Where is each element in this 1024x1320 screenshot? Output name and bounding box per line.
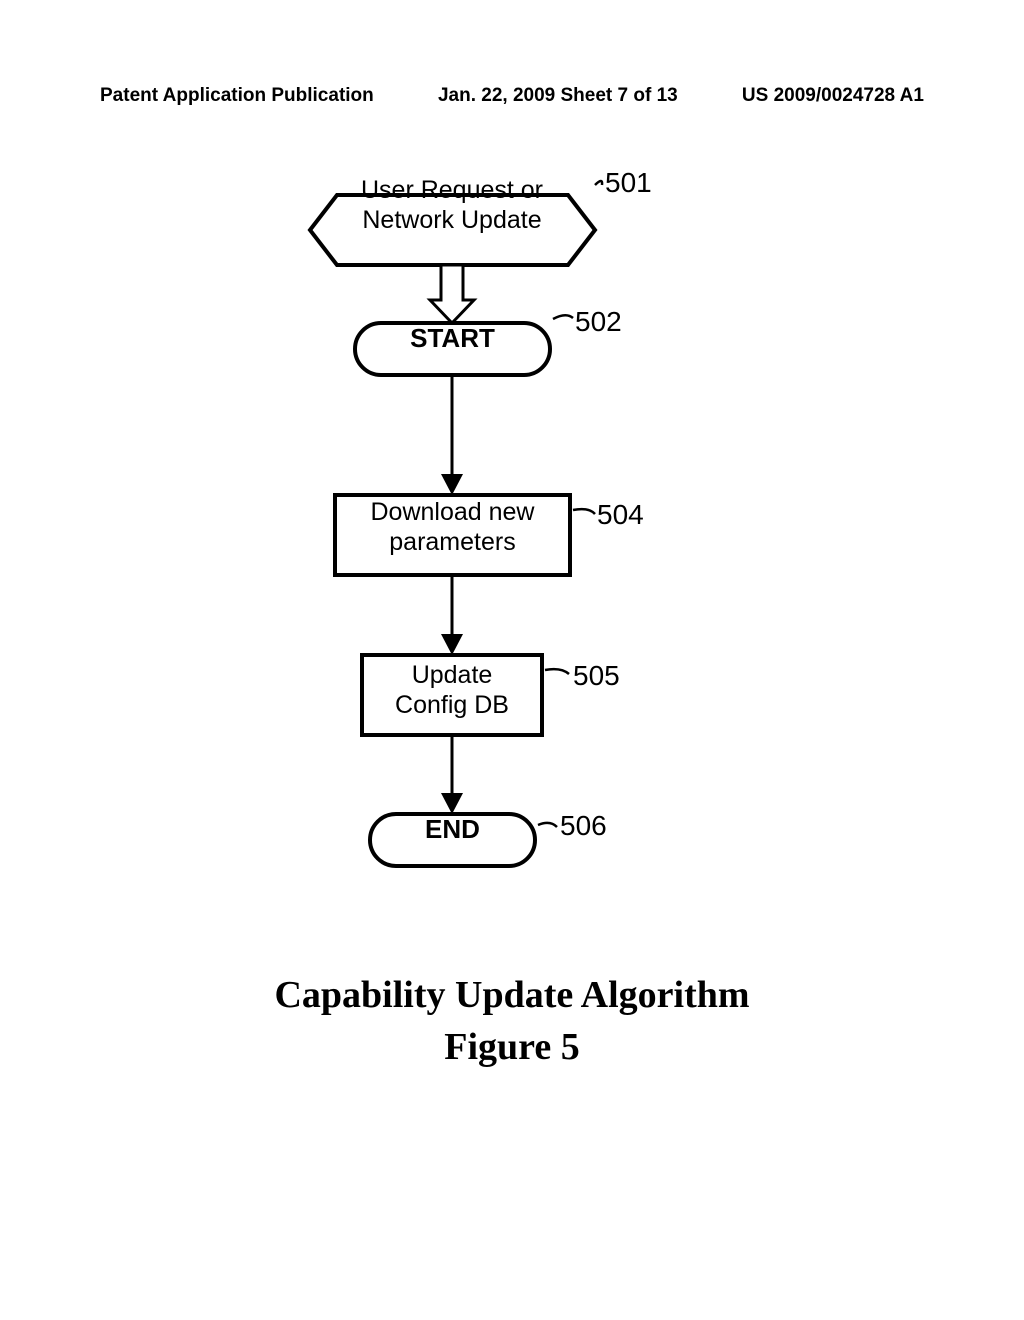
download-line2: parameters	[389, 528, 515, 556]
label-501: 501	[605, 167, 652, 199]
figure-title: Capability Update Algorithm	[0, 973, 1024, 1017]
end-node-text: END	[370, 814, 535, 845]
update-line1: Update	[412, 661, 493, 689]
header-center: Jan. 22, 2009 Sheet 7 of 13	[438, 85, 678, 107]
header-right: US 2009/0024728 A1	[742, 85, 924, 107]
download-line1: Download new	[371, 498, 535, 526]
label-502: 502	[575, 306, 622, 338]
page-header: Patent Application Publication Jan. 22, …	[0, 85, 1024, 107]
hexagon-line1: User Request or	[361, 176, 543, 204]
start-node-text: START	[355, 323, 550, 354]
figure-subtitle: Figure 5	[0, 1025, 1024, 1069]
label-505: 505	[573, 660, 620, 692]
flowchart-diagram	[0, 130, 1024, 1030]
update-node-text: Update Config DB	[362, 660, 542, 720]
header-left: Patent Application Publication	[100, 85, 374, 107]
label-506: 506	[560, 810, 607, 842]
label-504: 504	[597, 499, 644, 531]
hexagon-line2: Network Update	[362, 206, 541, 234]
download-node-text: Download new parameters	[335, 497, 570, 557]
hexagon-node-text: User Request or Network Update	[337, 175, 567, 235]
update-line2: Config DB	[395, 691, 509, 719]
